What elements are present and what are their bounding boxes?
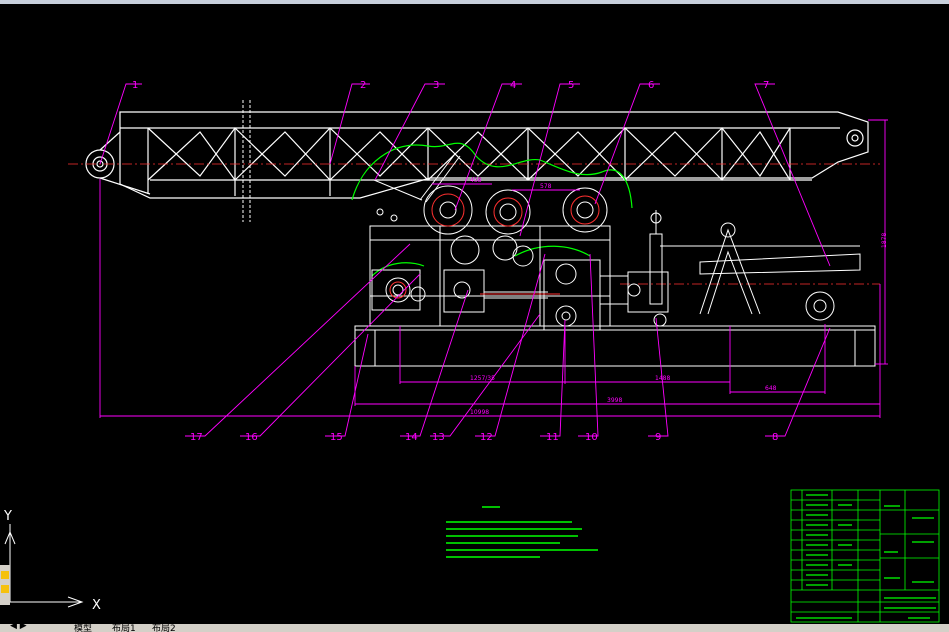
balloon-labels: 1 2 3 4 5 6 7 8 9 10 11 12 13 14 15 16 1… bbox=[132, 80, 778, 443]
ucs-y-label: Y bbox=[3, 509, 12, 524]
balloon-12: 12 bbox=[480, 432, 493, 443]
dim-578: 578 bbox=[540, 183, 552, 190]
balloon-2: 2 bbox=[360, 80, 366, 91]
dim-10998: 10998 bbox=[470, 409, 489, 416]
title-block bbox=[790, 489, 940, 623]
balloon-11: 11 bbox=[546, 432, 559, 443]
layout-tabs: ◀ ▶ 模型 布局1 布局2 bbox=[0, 624, 949, 632]
guard-middle bbox=[514, 245, 591, 257]
title-block-fill bbox=[796, 494, 936, 619]
tab-layout-2[interactable]: 布局2 bbox=[152, 624, 176, 632]
balloon-9: 9 bbox=[655, 432, 661, 443]
leader-lines bbox=[99, 83, 888, 437]
balloon-6: 6 bbox=[648, 80, 654, 91]
balloon-15: 15 bbox=[330, 432, 343, 443]
balloon-5: 5 bbox=[568, 80, 574, 91]
balloon-13: 13 bbox=[432, 432, 445, 443]
balloon-3: 3 bbox=[433, 80, 439, 91]
tab-layout-1[interactable]: 布局1 bbox=[112, 624, 136, 632]
detail-marks bbox=[389, 193, 600, 299]
technical-notes bbox=[446, 506, 598, 558]
tab-model[interactable]: 模型 bbox=[74, 624, 92, 632]
dim-458: 458 bbox=[470, 177, 482, 184]
balloon-14: 14 bbox=[405, 432, 418, 443]
guard-lower bbox=[371, 262, 425, 277]
dim-1878: 1878 bbox=[881, 233, 888, 248]
toolbar-icon[interactable] bbox=[1, 585, 9, 593]
dim-648: 648 bbox=[765, 385, 777, 392]
dim-3998: 3998 bbox=[607, 397, 622, 404]
truss-boom bbox=[85, 111, 869, 199]
balloon-17: 17 bbox=[190, 432, 203, 443]
tab-nav-arrows[interactable]: ◀ ▶ bbox=[10, 624, 27, 631]
balloon-10: 10 bbox=[585, 432, 598, 443]
balloon-8: 8 bbox=[772, 432, 778, 443]
ucs-icon bbox=[4, 524, 84, 608]
belt-guard-outline bbox=[351, 142, 633, 209]
dim-1257: 1257/35 bbox=[470, 375, 495, 382]
cad-drawing-canvas[interactable]: 1 2 3 4 5 6 7 8 9 10 11 12 13 14 15 16 1… bbox=[0, 4, 949, 624]
dim-1488: 1488 bbox=[655, 375, 670, 382]
balloon-1: 1 bbox=[132, 80, 138, 91]
balloon-16: 16 bbox=[245, 432, 258, 443]
section-mark bbox=[242, 100, 251, 222]
ucs-x-label: X bbox=[92, 598, 101, 613]
toolbar-icon[interactable] bbox=[1, 571, 9, 579]
left-toolbar-stub[interactable] bbox=[0, 565, 10, 605]
balloon-7: 7 bbox=[763, 80, 769, 91]
balloon-4: 4 bbox=[510, 80, 516, 91]
